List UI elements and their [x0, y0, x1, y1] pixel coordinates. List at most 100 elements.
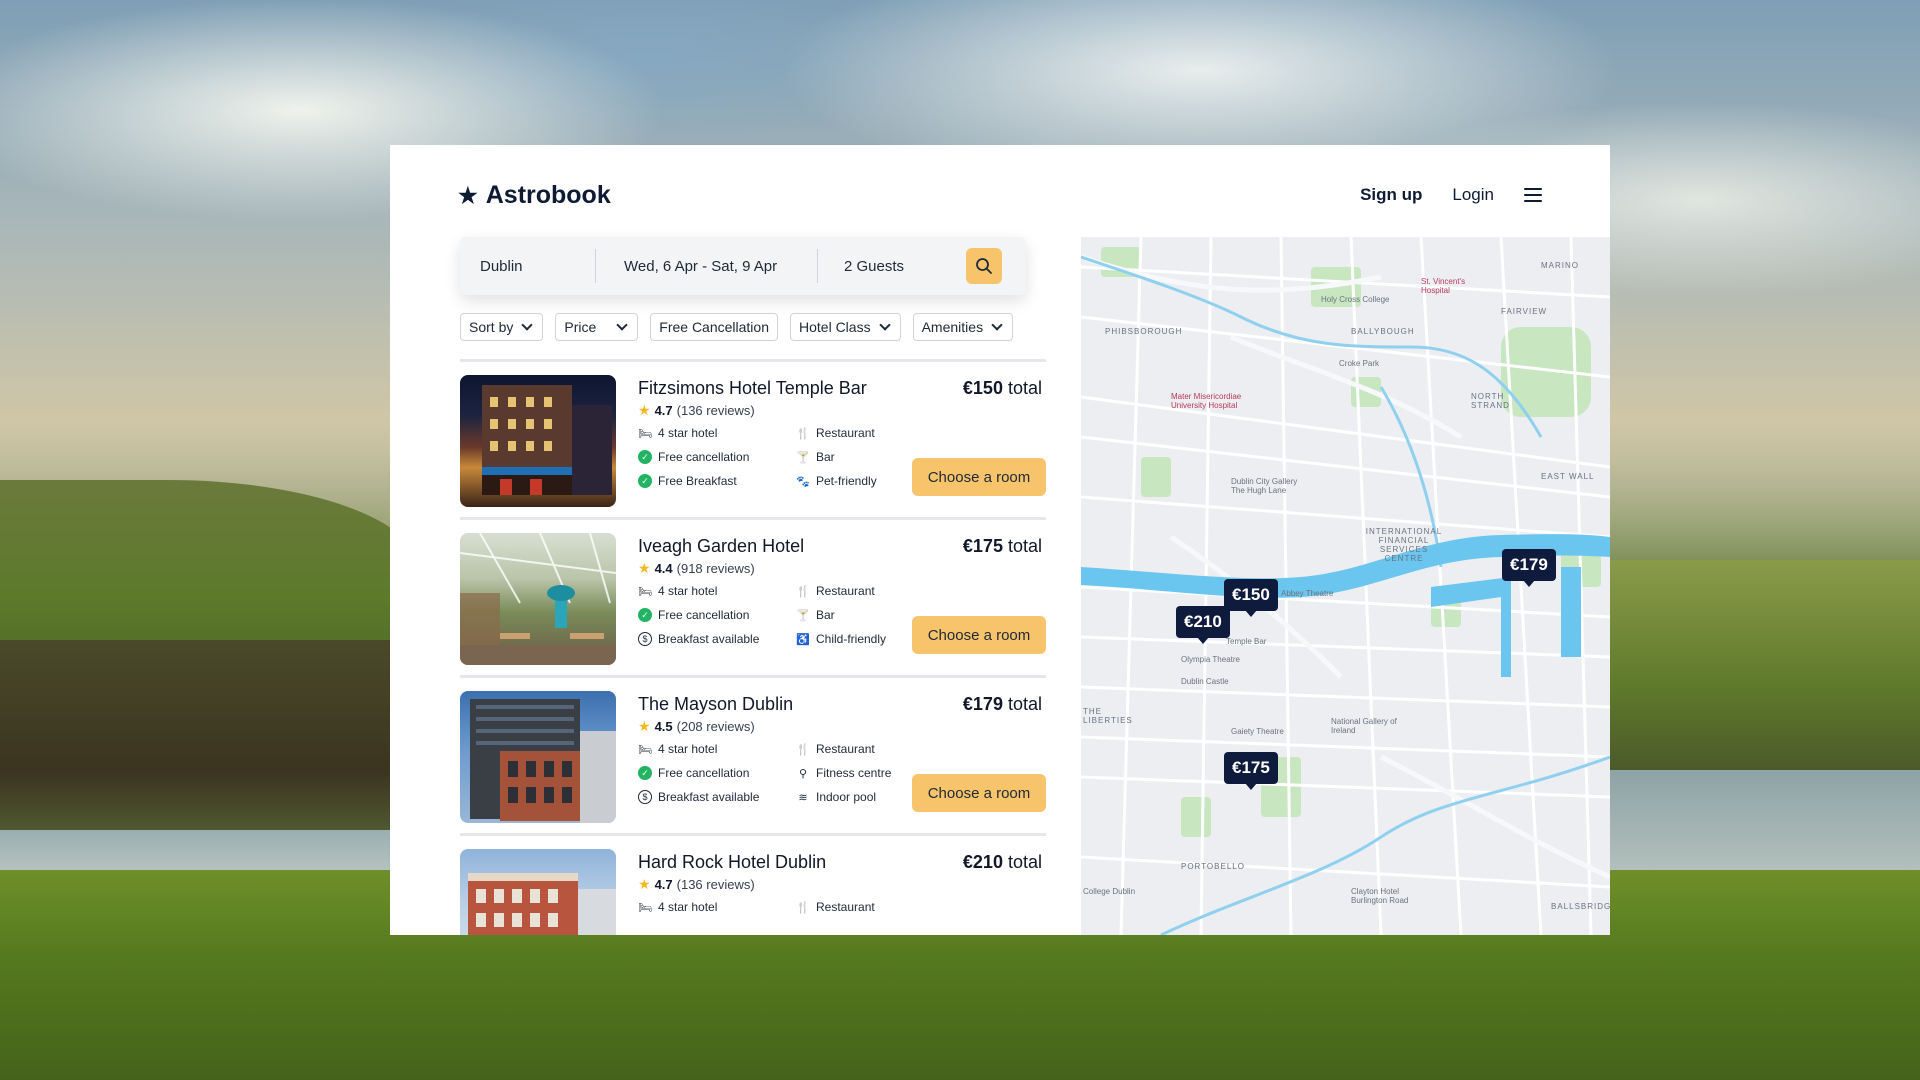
search-button[interactable] — [966, 248, 1002, 284]
pool-icon: ≋ — [798, 791, 808, 804]
map-label: FAIRVIEW — [1501, 307, 1548, 316]
star-icon: ★ — [638, 560, 651, 576]
feature-item: ✓ Free Breakfast — [638, 474, 737, 488]
feature-label: Fitness centre — [816, 766, 892, 780]
hotel-photo[interactable] — [460, 375, 616, 507]
map-label: PHIBSBOROUGH — [1105, 327, 1183, 336]
cocktail-icon: 🍸 — [796, 451, 810, 464]
map-price-pin[interactable]: €179 — [1502, 549, 1556, 587]
cocktail-icon: 🍸 — [796, 609, 810, 622]
hotel-name[interactable]: Fitzsimons Hotel Temple Bar — [638, 378, 867, 399]
review-count: (208 reviews) — [676, 719, 755, 734]
hotel-photo[interactable] — [460, 691, 616, 823]
map-price-pin[interactable]: €150 — [1224, 579, 1278, 617]
price-value: €210 — [962, 852, 1003, 872]
feature-label: 4 star hotel — [658, 584, 718, 598]
hotel-price: €179 total — [963, 694, 1042, 715]
background-cliff — [0, 640, 400, 860]
feature-label: Free cancellation — [658, 450, 750, 464]
map-label: Dublin Castle — [1181, 677, 1229, 686]
map-label: EAST WALL — [1541, 472, 1595, 481]
star-icon: ★ — [458, 182, 478, 208]
filter-price[interactable]: Price — [555, 313, 639, 341]
paw-icon: 🐾 — [796, 475, 810, 488]
feature-item: 🍴 Restaurant — [796, 426, 875, 440]
feature-label: Breakfast available — [658, 632, 760, 646]
map-label: BALLSBRIDGE — [1551, 902, 1610, 911]
background-field — [1610, 560, 1920, 770]
map-label: INTERNATIONAL FINANCIAL SERVICES CENTRE — [1365, 527, 1443, 563]
hotel-card: Iveagh Garden Hotel ★ 4.4 (918 reviews) … — [460, 520, 1046, 678]
feature-item: ✓ Free cancellation — [638, 766, 749, 780]
top-nav: Sign up Login — [1360, 185, 1542, 205]
feature-item: 🛏 4 star hotel — [638, 584, 717, 598]
hotel-photo[interactable] — [460, 849, 616, 935]
bed-icon: 🛏 — [638, 901, 652, 914]
dollar-icon: $ — [638, 632, 652, 646]
feature-item: 🍴 Restaurant — [796, 584, 875, 598]
filter-hotel-class[interactable]: Hotel Class — [790, 313, 901, 341]
filter-amenities[interactable]: Amenities — [912, 313, 1014, 341]
map-label: Temple Bar — [1226, 637, 1267, 646]
feature-label: 4 star hotel — [658, 426, 718, 440]
chevron-down-icon — [878, 319, 891, 331]
feature-label: Restaurant — [816, 900, 875, 914]
hotel-name[interactable]: Iveagh Garden Hotel — [638, 536, 804, 557]
map-label: NORTH STRAND — [1471, 392, 1510, 410]
logo[interactable]: ★ Astrobook — [458, 181, 611, 210]
feature-label: Pet-friendly — [816, 474, 877, 488]
map-label: MARINO — [1541, 261, 1579, 270]
rating-value: 4.7 — [654, 877, 673, 892]
hotel-card: Hard Rock Hotel Dublin ★ 4.7 (136 review… — [460, 836, 1046, 935]
choose-room-button[interactable]: Choose a room — [912, 616, 1046, 654]
map-label: Dublin City Gallery The Hugh Lane — [1231, 477, 1298, 495]
map-label: St. Vincent's Hospital — [1421, 277, 1466, 295]
feature-item: 🛏 4 star hotel — [638, 426, 717, 440]
feature-item: 🍴 Restaurant — [796, 900, 875, 914]
hotel-name[interactable]: Hard Rock Hotel Dublin — [638, 852, 826, 873]
rating-value: 4.7 — [654, 403, 673, 418]
map-label: Mater Misericordiae University Hospital — [1171, 392, 1242, 410]
choose-room-button[interactable]: Choose a room — [912, 458, 1046, 496]
feature-item: 🍸 Bar — [796, 608, 835, 622]
filter-sort-by[interactable]: Sort by — [460, 313, 544, 341]
review-count: (136 reviews) — [676, 403, 755, 418]
star-icon: ★ — [638, 402, 651, 418]
cutlery-icon: 🍴 — [796, 585, 810, 598]
filter-free-cancellation[interactable]: Free Cancellation — [650, 313, 778, 341]
location-field[interactable]: Dublin — [460, 249, 596, 283]
hotel-list: Fitzsimons Hotel Temple Bar ★ 4.7 (136 r… — [460, 359, 1046, 935]
feature-label: Indoor pool — [816, 790, 877, 804]
map-label: THE LIBERTIES — [1083, 707, 1133, 725]
check-icon: ✓ — [638, 474, 652, 488]
cutlery-icon: 🍴 — [796, 743, 810, 756]
star-icon: ★ — [638, 718, 651, 734]
feature-label: Restaurant — [816, 584, 875, 598]
feature-label: Free Breakfast — [658, 474, 737, 488]
feature-item: ✓ Free cancellation — [638, 450, 749, 464]
check-icon: ✓ — [638, 450, 652, 464]
hotel-name[interactable]: The Mayson Dublin — [638, 694, 793, 715]
hotel-photo[interactable] — [460, 533, 616, 665]
feature-item: ⚲ Fitness centre — [796, 766, 891, 780]
feature-label: Breakfast available — [658, 790, 760, 804]
menu-icon[interactable] — [1524, 188, 1542, 202]
feature-item: $ Breakfast available — [638, 790, 759, 804]
signup-link[interactable]: Sign up — [1360, 185, 1422, 205]
choose-room-button[interactable]: Choose a room — [912, 774, 1046, 812]
guests-field[interactable]: 2 Guests — [818, 249, 966, 283]
hotel-rating: ★ 4.4 (918 reviews) — [638, 560, 755, 577]
hotel-price: €150 total — [963, 378, 1042, 399]
login-link[interactable]: Login — [1452, 185, 1494, 205]
map-price-pin[interactable]: €210 — [1176, 606, 1230, 644]
hotel-price: €210 total — [963, 852, 1042, 873]
price-suffix: total — [1007, 536, 1042, 556]
chevron-down-icon — [991, 319, 1003, 331]
dates-field[interactable]: Wed, 6 Apr - Sat, 9 Apr — [596, 249, 818, 283]
map-label: Holy Cross College — [1321, 295, 1390, 304]
chevron-down-icon — [616, 319, 628, 331]
map-price-pin[interactable]: €175 — [1224, 752, 1278, 790]
map-label: Clayton Hotel Burlington Road — [1351, 887, 1409, 905]
map[interactable]: PHIBSBOROUGH BALLYBOUGH FAIRVIEW MARINO … — [1081, 237, 1610, 935]
cutlery-icon: 🍴 — [796, 901, 810, 914]
